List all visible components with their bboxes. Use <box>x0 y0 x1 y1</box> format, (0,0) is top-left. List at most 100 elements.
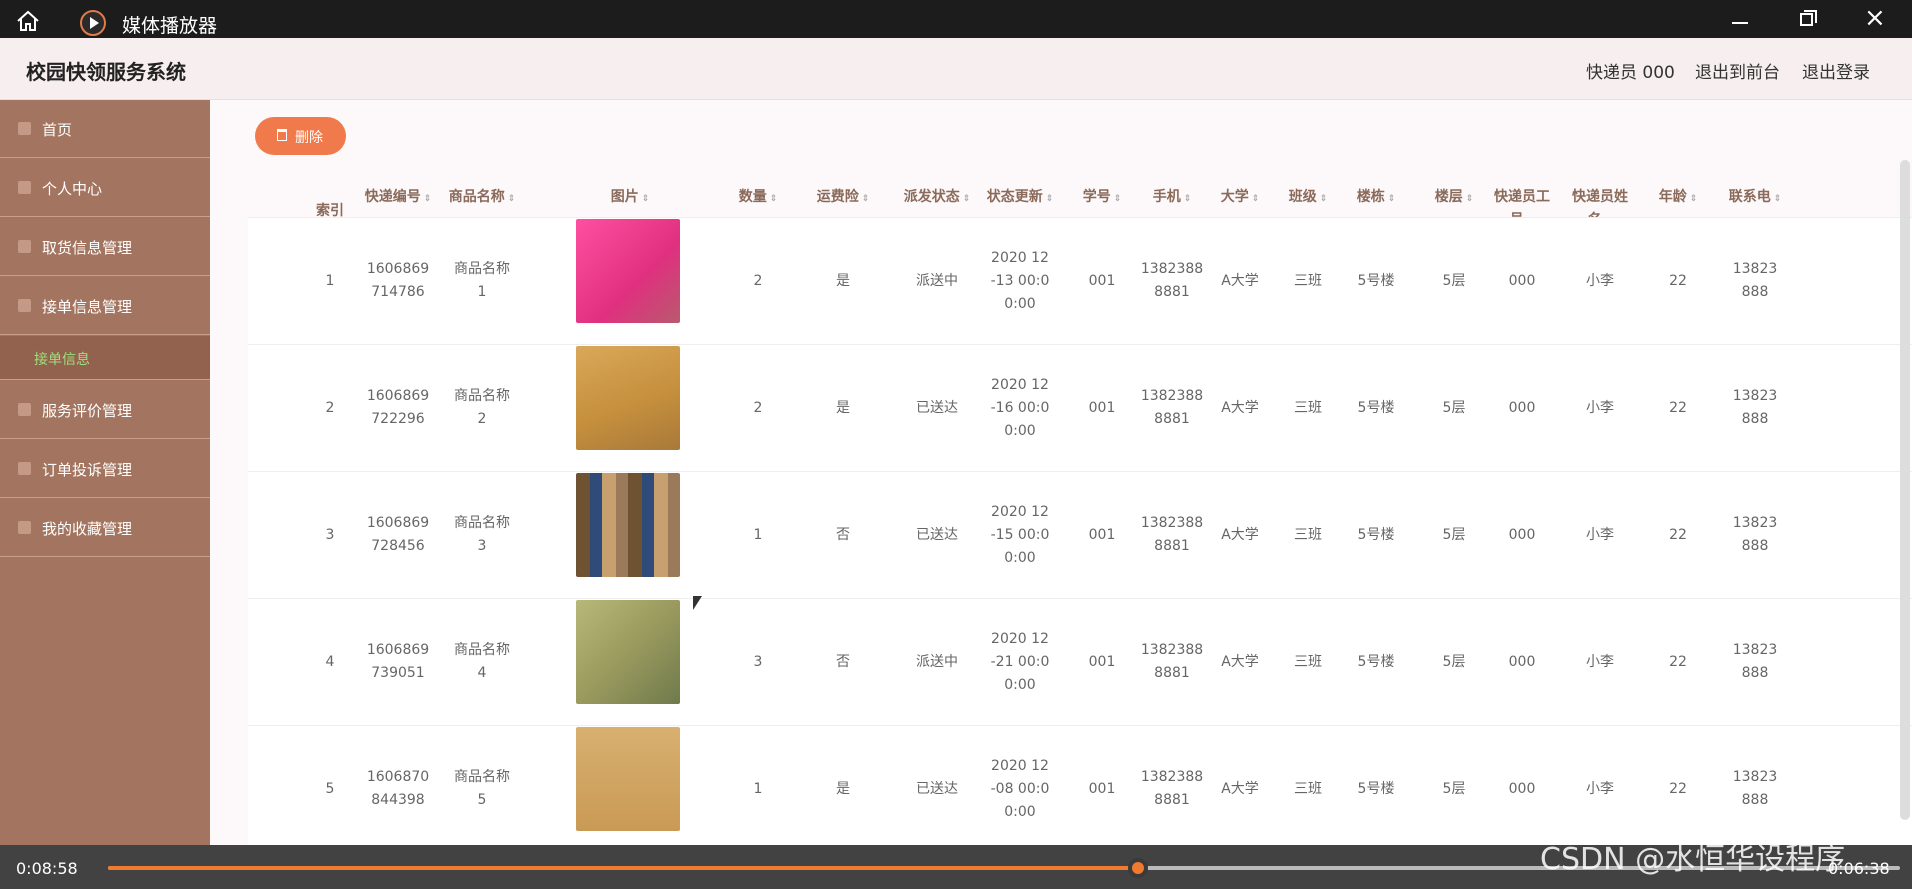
table-cell: 已送达 <box>916 526 958 543</box>
table-cell: 2 <box>753 272 763 289</box>
table-cell: 5层 <box>1442 780 1466 797</box>
table-cell: 2020 12 -15 00:0 0:00 <box>990 503 1050 566</box>
sort-icon[interactable]: ⇕ <box>1466 188 1474 211</box>
sort-icon[interactable]: ⇕ <box>1114 188 1122 211</box>
sort-icon[interactable]: ⇕ <box>1690 188 1698 211</box>
table-cell: 1382388 8881 <box>1140 388 1204 427</box>
sort-icon[interactable]: ⇕ <box>642 188 650 211</box>
table-cell: 三班 <box>1294 272 1322 289</box>
column-header[interactable]: 年龄 ⇕ <box>1648 186 1708 211</box>
package-image[interactable] <box>576 346 680 450</box>
close-icon: × <box>1864 3 1886 33</box>
package-image[interactable] <box>576 219 680 323</box>
sort-icon[interactable]: ⇕ <box>1388 188 1396 211</box>
column-header[interactable]: 派发状态 ⇕ <box>902 186 972 211</box>
sidebar-subitem-orders[interactable]: 接单信息 <box>0 336 210 380</box>
sort-icon[interactable]: ⇕ <box>1774 188 1782 211</box>
column-header[interactable]: 商品名称 ⇕ <box>442 186 522 211</box>
sidebar-item-review-management[interactable]: 服务评价管理 <box>0 381 210 439</box>
vertical-scrollbar[interactable] <box>1900 160 1910 820</box>
sort-icon[interactable]: ⇕ <box>508 188 516 211</box>
column-header[interactable]: 数量 ⇕ <box>728 186 788 211</box>
sidebar-item-complaint-management[interactable]: 订单投诉管理 <box>0 440 210 498</box>
sidebar-item-profile[interactable]: 个人中心 <box>0 159 210 217</box>
sort-icon[interactable]: ⇕ <box>862 188 870 211</box>
table-cell: 5号楼 <box>1357 780 1395 797</box>
table-cell: 13823 888 <box>1732 769 1778 808</box>
sort-icon[interactable]: ⇕ <box>1252 188 1260 211</box>
media-player-logo-icon <box>80 10 106 36</box>
table-cell: 5层 <box>1442 399 1466 416</box>
mouse-cursor-icon <box>693 596 702 610</box>
table-cell: 2020 12 -08 00:0 0:00 <box>990 757 1050 820</box>
table-cell: 1382388 8881 <box>1140 769 1204 808</box>
table-cell: 22 <box>1669 780 1687 797</box>
close-button[interactable]: × <box>1850 4 1900 34</box>
sort-icon[interactable]: ⇕ <box>1320 188 1328 211</box>
sidebar-item-pickup-management[interactable]: 取货信息管理 <box>0 218 210 276</box>
table-cell: 001 <box>1088 653 1116 670</box>
list-icon <box>18 240 31 253</box>
table-cell: 1606869 739051 <box>366 642 430 681</box>
table-cell: 3 <box>325 526 335 543</box>
courier-account-link[interactable]: 快递员 000 <box>1586 58 1675 83</box>
sidebar-item-order-management[interactable]: 接单信息管理 <box>0 277 210 335</box>
table-cell: 2020 12 -21 00:0 0:00 <box>990 630 1050 693</box>
table-cell: 5号楼 <box>1357 272 1395 289</box>
column-header[interactable]: 楼层 ⇕ <box>1424 186 1484 211</box>
trash-icon <box>277 129 287 141</box>
column-header[interactable]: 班级 ⇕ <box>1278 186 1338 211</box>
table-cell: 1 <box>325 272 335 289</box>
column-header[interactable]: 联系电 ⇕ <box>1725 186 1785 211</box>
column-header[interactable]: 大学 ⇕ <box>1210 186 1270 211</box>
table-cell: 001 <box>1088 399 1116 416</box>
table-cell: 13823 888 <box>1732 642 1778 681</box>
restore-button[interactable] <box>1782 4 1832 34</box>
home-icon[interactable] <box>16 10 40 32</box>
table-cell: 商品名称 5 <box>454 769 510 808</box>
column-header[interactable]: 图片 ⇕ <box>575 186 685 211</box>
seek-bar-handle[interactable] <box>1128 858 1149 878</box>
table-cell: 001 <box>1088 780 1116 797</box>
column-header[interactable]: 楼栋 ⇕ <box>1346 186 1406 211</box>
table-cell: 5号楼 <box>1357 653 1395 670</box>
table-cell: 小李 <box>1586 399 1614 416</box>
table-cell: 22 <box>1669 653 1687 670</box>
sort-icon[interactable]: ⇕ <box>1184 188 1192 211</box>
table-cell: 商品名称 3 <box>454 515 510 554</box>
column-header[interactable]: 手机 ⇕ <box>1132 186 1212 211</box>
column-header[interactable]: 学号 ⇕ <box>1072 186 1132 211</box>
package-image[interactable] <box>576 727 680 831</box>
sort-icon[interactable]: ⇕ <box>963 188 971 211</box>
sidebar-item-favorites-management[interactable]: 我的收藏管理 <box>0 499 210 557</box>
table-cell: A大学 <box>1221 272 1259 289</box>
column-header[interactable]: 运费险 ⇕ <box>813 186 873 211</box>
sort-icon[interactable]: ⇕ <box>770 188 778 211</box>
delete-button[interactable]: 删除 <box>255 117 346 155</box>
sidebar-item-home[interactable]: 首页 <box>0 100 210 158</box>
package-image[interactable] <box>576 473 680 577</box>
table-cell: 3 <box>753 653 763 670</box>
sort-icon[interactable]: ⇕ <box>424 188 432 211</box>
table-cell: 2 <box>325 399 335 416</box>
home-icon <box>18 122 31 135</box>
system-title: 校园快领服务系统 <box>26 60 186 84</box>
column-header[interactable]: 状态更新 ⇕ <box>980 186 1060 211</box>
sort-icon[interactable]: ⇕ <box>1046 188 1054 211</box>
table-cell: A大学 <box>1221 399 1259 416</box>
table-cell: 5层 <box>1442 653 1466 670</box>
package-image[interactable] <box>576 600 680 704</box>
table-cell: 000 <box>1508 780 1536 797</box>
table-cell: 1382388 8881 <box>1140 515 1204 554</box>
logout-link[interactable]: 退出登录 <box>1802 58 1870 83</box>
back-to-front-link[interactable]: 退出到前台 <box>1695 58 1780 83</box>
table-cell: 派送中 <box>916 272 958 289</box>
player-title: 媒体播放器 <box>122 15 218 37</box>
table-cell: 001 <box>1088 526 1116 543</box>
star-icon <box>18 403 31 416</box>
minimize-button[interactable] <box>1714 4 1764 34</box>
column-header[interactable]: 快递编号 ⇕ <box>363 186 433 211</box>
watermark: CSDN @水恒华设程序 <box>1540 842 1846 877</box>
table-cell: A大学 <box>1221 780 1259 797</box>
table-cell: 是 <box>836 272 850 289</box>
